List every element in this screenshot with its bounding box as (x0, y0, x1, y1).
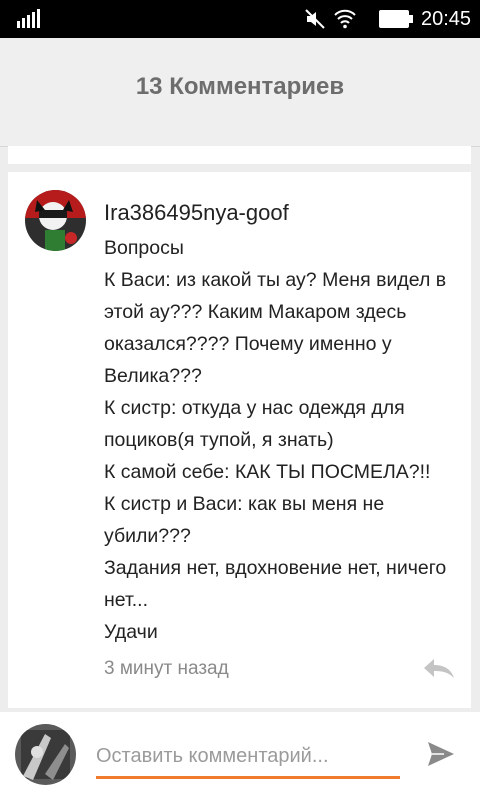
comment-line: оказался???? Почему именно у (104, 333, 392, 355)
comment-text: Вопросы К Васи: из какой ты ау? Меня вид… (104, 232, 454, 648)
comment-author[interactable]: Ira386495nya-goof (104, 200, 289, 226)
comment-card: Ira386495nya-goof Вопросы К Васи: из как… (8, 172, 471, 708)
comment-line: этой ау??? Каким Макаром здесь (104, 301, 407, 323)
wifi-icon (334, 9, 356, 29)
comment-line: К систр: откуда у нас одеждя для (104, 397, 405, 419)
comment-line: Задания нет, вдохновение нет, ничего (104, 557, 447, 579)
clock: 20:45 (421, 8, 472, 30)
avatar[interactable] (25, 190, 86, 251)
comment-line: нет... (104, 589, 148, 611)
send-icon[interactable] (426, 740, 456, 768)
comment-line: К систр и Васи: как вы меня не (104, 493, 385, 515)
comment-line: Велика??? (104, 365, 202, 387)
comment-compose-bar (0, 712, 480, 800)
reply-icon[interactable] (422, 657, 456, 681)
comment-line: К Васи: из какой ты ау? Меня видел в (104, 269, 447, 291)
signal-icon (17, 9, 40, 28)
comment-input[interactable] (96, 736, 400, 779)
page-title: 13 Комментариев (135, 73, 345, 100)
comment-line: Вопросы (104, 237, 184, 259)
user-avatar (15, 724, 76, 785)
previous-card-edge (8, 146, 471, 164)
comment-line: Удачи (104, 621, 158, 643)
comment-line: К самой себе: КАК ТЫ ПОСМЕЛА?!! (104, 461, 431, 483)
comment-line: поциков(я тупой, я знать) (104, 429, 334, 451)
comment-line: убили??? (104, 525, 191, 547)
mute-icon (305, 9, 325, 29)
battery-icon (379, 10, 413, 28)
status-bar: 20:45 (0, 0, 480, 38)
comment-timestamp: 3 минут назад (104, 658, 229, 679)
app-bar: 13 Комментариев (0, 38, 480, 147)
